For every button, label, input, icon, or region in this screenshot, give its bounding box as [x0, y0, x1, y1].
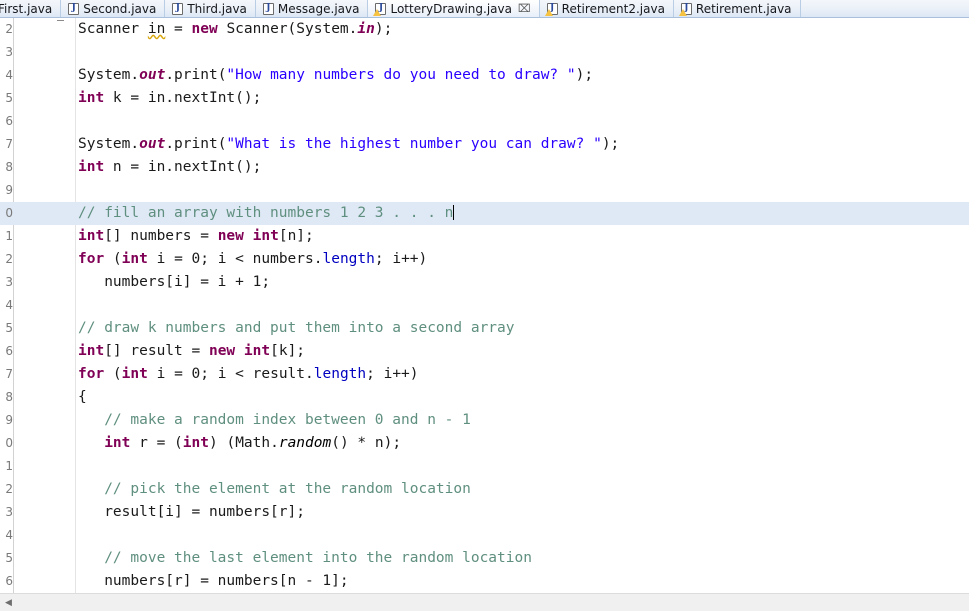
code-text: numbers[i] = i + 1;: [78, 274, 271, 290]
code-line[interactable]: 9 // make a random index between 0 and n…: [0, 409, 969, 432]
close-icon[interactable]: ⌧: [518, 3, 531, 14]
line-number: 3: [5, 275, 13, 289]
line-number: 2: [5, 22, 13, 36]
code-text: int[] result = new int[k];: [78, 343, 306, 359]
line-number: 0: [5, 206, 13, 220]
tab-retirement2-java[interactable]: Retirement2.java: [540, 0, 674, 17]
tab-label: Message.java: [277, 1, 360, 16]
code-line[interactable]: 6: [0, 110, 969, 133]
comment-text: // pick the element at the random locati…: [78, 481, 471, 497]
tab-label: Retirement2.java: [561, 1, 665, 16]
code-line[interactable]: 2 // pick the element at the random loca…: [0, 478, 969, 501]
code-text: result[i] = numbers[r];: [78, 504, 305, 520]
line-number: 6: [5, 574, 13, 588]
line-number: 7: [5, 137, 13, 151]
java-file-warning-icon: [544, 2, 558, 16]
comment-text: // fill an array with numbers 1 2 3 . . …: [78, 205, 454, 221]
code-editor[interactable]: 2 Scanner in = new Scanner(System.in); 3…: [0, 18, 969, 593]
line-number: 1: [5, 459, 13, 473]
code-line[interactable]: 6 numbers[r] = numbers[n - 1];: [0, 570, 969, 593]
code-line[interactable]: 7 System.out.print("What is the highest …: [0, 133, 969, 156]
line-number: 4: [5, 528, 13, 542]
tab-third-java[interactable]: Third.java: [165, 0, 256, 17]
code-line[interactable]: 4: [0, 294, 969, 317]
line-number: 2: [5, 482, 13, 496]
comment-text: // move the last element into the random…: [78, 550, 532, 566]
tab-label: First.java: [0, 1, 53, 16]
code-line[interactable]: 2 Scanner in = new Scanner(System.in);: [0, 18, 969, 41]
code-line[interactable]: 4: [0, 524, 969, 547]
code-text: Scanner in = new Scanner(System.in);: [78, 21, 393, 37]
code-text: // fill an array with numbers 1 2 3 . . …: [78, 202, 455, 225]
code-line[interactable]: 4 System.out.print("How many numbers do …: [0, 64, 969, 87]
line-number: 3: [5, 505, 13, 519]
code-text: System.out.print("What is the highest nu…: [78, 136, 620, 152]
code-line[interactable]: 1: [0, 455, 969, 478]
java-file-warning-icon: [678, 2, 692, 16]
code-text: numbers[r] = numbers[n - 1];: [78, 573, 349, 589]
tab-second-java[interactable]: Second.java: [61, 0, 166, 17]
line-number: 6: [5, 344, 13, 358]
code-line[interactable]: 8 {: [0, 386, 969, 409]
line-number: 0: [5, 436, 13, 450]
editor-tab-bar: First.java Second.java Third.java Messag…: [0, 0, 969, 18]
tab-first-java[interactable]: First.java: [0, 0, 62, 17]
scroll-left-arrow-icon[interactable]: ◀: [0, 594, 17, 611]
code-text: int n = in.nextInt();: [78, 159, 262, 175]
line-number: 3: [5, 45, 13, 59]
line-number: 8: [5, 390, 13, 404]
tab-retirement-java[interactable]: Retirement.java: [674, 0, 801, 17]
line-number: 5: [5, 551, 13, 565]
line-number: 9: [5, 413, 13, 427]
code-line[interactable]: 3 result[i] = numbers[r];: [0, 501, 969, 524]
code-line[interactable]: 5 // move the last element into the rand…: [0, 547, 969, 570]
line-number: 2: [5, 252, 13, 266]
tab-label: Second.java: [83, 1, 157, 16]
comment-text: // draw k numbers and put them into a se…: [78, 320, 515, 336]
tab-lotterydrawing-java[interactable]: LotteryDrawing.java ⌧: [368, 0, 540, 17]
tab-label: Retirement.java: [695, 1, 792, 16]
java-file-icon: [172, 2, 184, 15]
line-number: 4: [5, 298, 13, 312]
java-file-icon: [262, 2, 274, 15]
code-line-current[interactable]: 0 // fill an array with numbers 1 2 3 . …: [0, 202, 969, 225]
code-text: int r = (int) (Math.random() * n);: [104, 435, 402, 451]
code-line[interactable]: 0 int r = (int) (Math.random() * n);: [0, 432, 969, 455]
code-line[interactable]: 2 for (int i = 0; i < numbers.length; i+…: [0, 248, 969, 271]
code-line[interactable]: 1 int[] numbers = new int[n];: [0, 225, 969, 248]
line-number: 9: [5, 183, 13, 197]
java-file-icon: [68, 2, 80, 15]
line-number: 8: [5, 160, 13, 174]
code-line[interactable]: 3: [0, 41, 969, 64]
tab-label: LotteryDrawing.java: [390, 1, 512, 16]
java-file-warning-icon: [373, 2, 387, 16]
line-number: 4: [5, 68, 13, 82]
line-number: 5: [5, 91, 13, 105]
line-number: 5: [5, 321, 13, 335]
horizontal-scrollbar[interactable]: ◀: [0, 593, 969, 611]
line-number: 1: [5, 229, 13, 243]
code-line[interactable]: 5 int k = in.nextInt();: [0, 87, 969, 110]
comment-text: // make a random index between 0 and n -…: [78, 412, 471, 428]
code-text: System.out.print("How many numbers do yo…: [78, 67, 594, 83]
code-text: for (int i = 0; i < result.length; i++): [78, 366, 419, 382]
code-line[interactable]: 7 for (int i = 0; i < result.length; i++…: [0, 363, 969, 386]
code-line[interactable]: 8 int n = in.nextInt();: [0, 156, 969, 179]
tab-message-java[interactable]: Message.java: [256, 0, 369, 17]
line-number: 7: [5, 367, 13, 381]
code-text: for (int i = 0; i < numbers.length; i++): [78, 251, 428, 267]
line-number: 6: [5, 114, 13, 128]
code-text: {: [78, 389, 87, 405]
code-text: int k = in.nextInt();: [78, 90, 262, 106]
code-text: int[] numbers = new int[n];: [78, 228, 314, 244]
code-line[interactable]: 3 numbers[i] = i + 1;: [0, 271, 969, 294]
code-line[interactable]: 6 int[] result = new int[k];: [0, 340, 969, 363]
text-caret: [453, 205, 455, 220]
tab-label: Third.java: [187, 1, 247, 16]
code-line[interactable]: 9: [0, 179, 969, 202]
code-line[interactable]: 5 // draw k numbers and put them into a …: [0, 317, 969, 340]
